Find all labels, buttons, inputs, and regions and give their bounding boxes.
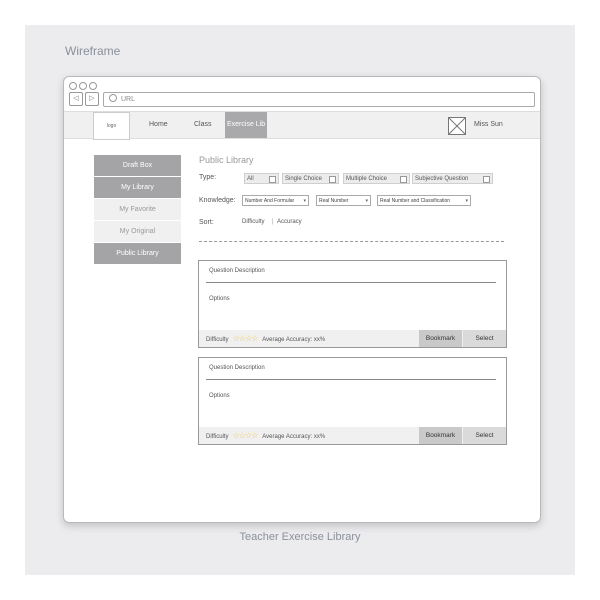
wireframe-label: Wireframe: [65, 44, 121, 58]
star-rating-icon: ☆☆☆☆: [232, 431, 259, 440]
knowledge-dropdown-1-value: Number And Formular: [245, 198, 295, 204]
type-filter-single-label: Single Choice: [285, 176, 323, 182]
question-options: Options: [209, 296, 230, 302]
type-label: Type:: [199, 174, 217, 181]
average-accuracy: Average Accuracy: xx%: [262, 337, 326, 343]
page-title: Public Library: [199, 155, 254, 165]
question-card[interactable]: Question Description Options Difficulty ☆…: [198, 260, 507, 348]
sidebar-item-my-original[interactable]: My Original: [94, 221, 181, 242]
knowledge-label: Knowledge:: [199, 197, 236, 204]
type-filter-all[interactable]: All: [244, 173, 279, 184]
chevron-down-icon: ▾: [303, 198, 306, 204]
forward-button-icon[interactable]: ▷: [85, 92, 99, 106]
checkbox-icon: [483, 176, 490, 183]
question-footer: Difficulty ☆☆☆☆ Average Accuracy: xx% Book…: [199, 330, 506, 347]
globe-icon: [109, 94, 117, 102]
average-accuracy: Average Accuracy: xx%: [262, 434, 326, 440]
sort-separator: |: [272, 219, 274, 225]
question-footer: Difficulty ☆☆☆☆ Average Accuracy: xx% Book…: [199, 427, 506, 444]
knowledge-dropdown-1[interactable]: Number And Formular ▾: [242, 195, 309, 206]
knowledge-dropdown-2-value: Real Number: [319, 198, 349, 204]
nav-exercise-lib[interactable]: Exercise Lib: [225, 112, 268, 138]
chevron-down-icon: ▾: [465, 198, 468, 204]
sidebar-item-my-favorite[interactable]: My Favorite: [94, 199, 181, 220]
type-filter-all-label: All: [247, 176, 254, 182]
chevron-down-icon: ▾: [365, 198, 368, 204]
window-minimize-dot[interactable]: [79, 82, 87, 90]
user-name[interactable]: Miss Sun: [474, 112, 503, 138]
type-filter-multiple-choice[interactable]: Multiple Choice: [343, 173, 410, 184]
checkbox-icon: [400, 176, 407, 183]
sidebar-item-public-library[interactable]: Public Library: [94, 243, 181, 264]
question-card[interactable]: Question Description Options Difficulty ☆…: [198, 357, 507, 445]
question-description: Question Description: [209, 365, 265, 371]
difficulty-label: Difficulty: [206, 337, 229, 343]
divider: [199, 241, 504, 242]
question-divider: [206, 282, 496, 283]
type-filter-subjective-label: Subjective Question: [415, 176, 469, 182]
bookmark-button[interactable]: Bookmark: [419, 427, 462, 444]
top-nav-bar: logo Home Class Exercise Lib Miss Sun: [64, 111, 540, 140]
browser-window: ◁ ▷ URL logo Home Class Exercise Lib Mis…: [63, 76, 541, 523]
question-meta: Difficulty ☆☆☆☆ Average Accuracy: xx%: [206, 427, 325, 446]
back-button-icon[interactable]: ◁: [69, 92, 83, 106]
sort-label: Sort:: [199, 219, 214, 226]
question-divider: [206, 379, 496, 380]
logo[interactable]: logo: [93, 112, 130, 140]
knowledge-dropdown-3-value: Real Number and Classification: [380, 198, 451, 204]
type-filter-multiple-label: Multiple Choice: [346, 176, 388, 182]
sort-accuracy-link[interactable]: Accuracy: [277, 219, 302, 225]
knowledge-dropdown-3[interactable]: Real Number and Classification ▾: [377, 195, 471, 206]
nav-home[interactable]: Home: [149, 112, 168, 138]
checkbox-icon: [329, 176, 336, 183]
sidebar-item-draft-box[interactable]: Draft Box: [94, 155, 181, 176]
url-placeholder: URL: [121, 96, 136, 103]
question-description: Question Description: [209, 268, 265, 274]
window-maximize-dot[interactable]: [89, 82, 97, 90]
sidebar-item-my-library[interactable]: My Library: [94, 177, 181, 198]
question-options: Options: [209, 393, 230, 399]
caption: Teacher Exercise Library: [239, 531, 361, 543]
url-bar[interactable]: URL: [103, 92, 535, 107]
select-button[interactable]: Select: [463, 427, 506, 444]
nav-class[interactable]: Class: [194, 112, 212, 138]
type-filter-subjective-question[interactable]: Subjective Question: [412, 173, 493, 184]
difficulty-label: Difficulty: [206, 434, 229, 440]
knowledge-dropdown-2[interactable]: Real Number ▾: [316, 195, 371, 206]
checkbox-icon: [269, 176, 276, 183]
sort-difficulty-link[interactable]: Difficulty: [242, 219, 265, 225]
select-button[interactable]: Select: [463, 330, 506, 347]
type-filter-single-choice[interactable]: Single Choice: [282, 173, 339, 184]
bookmark-button[interactable]: Bookmark: [419, 330, 462, 347]
avatar-placeholder-icon[interactable]: [448, 117, 466, 135]
window-close-dot[interactable]: [69, 82, 77, 90]
question-meta: Difficulty ☆☆☆☆ Average Accuracy: xx%: [206, 330, 325, 349]
star-rating-icon: ☆☆☆☆: [232, 334, 259, 343]
